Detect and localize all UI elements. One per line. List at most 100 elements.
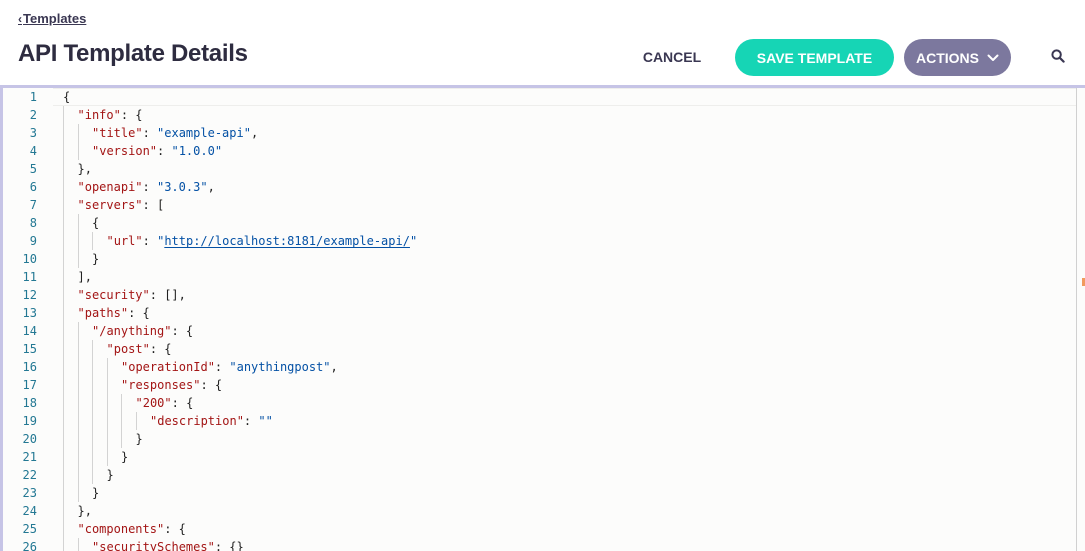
chevron-left-icon: ‹ [18, 11, 22, 26]
json-key: "version" [92, 144, 158, 158]
indent-guide [92, 430, 93, 448]
json-punctuation: , [207, 180, 215, 194]
json-punctuation: : { [149, 342, 172, 356]
indent-guide [77, 250, 79, 268]
indent-guide [63, 196, 64, 214]
line-number: 1 [29, 90, 37, 104]
line-number: 22 [22, 468, 37, 482]
line-number: 12 [22, 288, 37, 302]
line-code: } [92, 484, 99, 502]
page-title: API Template Details [18, 40, 248, 67]
line-code: "servers": [ [78, 196, 165, 214]
page-header: ‹ Templates API Template Details CANCEL … [0, 0, 1085, 86]
json-punctuation: } [92, 486, 100, 500]
line-number: 21 [22, 450, 37, 464]
code-line: 3 "title": "example-api", [0, 124, 1076, 142]
indent-guide [63, 160, 64, 178]
json-punctuation: : [243, 414, 259, 428]
line-number: 10 [22, 252, 37, 266]
indent-guide [63, 214, 64, 232]
json-key: "/anything" [92, 324, 172, 338]
code-line: 25 "components": { [0, 520, 1076, 538]
indent-guide [106, 412, 108, 430]
chevron-down-icon [987, 54, 999, 61]
indent-guide [106, 376, 108, 394]
line-code: "components": { [78, 520, 186, 538]
line-code: "openapi": "3.0.3", [78, 178, 215, 196]
line-number: 20 [22, 432, 37, 446]
json-key: "securitySchemes" [92, 540, 215, 551]
json-string: "1.0.0" [171, 144, 223, 158]
search-icon [1051, 49, 1065, 63]
code-line: 1{ [0, 88, 1076, 106]
line-code: "securitySchemes": {} [92, 538, 244, 551]
indent-guide [77, 358, 79, 376]
json-punctuation: : {} [214, 540, 244, 551]
indent-guide [63, 502, 64, 520]
json-punctuation: , [250, 126, 259, 140]
code-line: 5}, [0, 160, 1076, 178]
json-punctuation: : [ [142, 198, 165, 212]
json-punctuation: : { [164, 522, 186, 536]
line-number: 6 [29, 180, 37, 194]
json-key: "200" [135, 396, 172, 410]
line-code: "responses": { [121, 376, 222, 394]
indent-guide [63, 142, 64, 160]
json-punctuation: : { [171, 324, 194, 338]
json-string: "example-api" [157, 126, 251, 140]
indent-guide [92, 394, 93, 412]
code-line: 12 "security": [], [0, 286, 1076, 304]
line-code: ], [78, 268, 92, 286]
indent-guide [63, 466, 64, 484]
actions-label: ACTIONS [916, 49, 979, 66]
indent-guide [92, 232, 93, 250]
indent-guide [63, 268, 64, 286]
code-line: 20} [0, 430, 1076, 448]
code-line: 11], [0, 268, 1076, 286]
line-code: "operationId": "anythingpost", [121, 358, 338, 376]
actions-dropdown-button[interactable]: ACTIONS [904, 39, 1011, 76]
line-code: } [107, 466, 114, 484]
line-number: 7 [29, 198, 37, 212]
line-number: 11 [22, 270, 37, 284]
code-line: 24}, [0, 502, 1076, 520]
json-key: "post" [106, 342, 150, 356]
line-number: 23 [22, 486, 37, 500]
line-code: { [63, 88, 70, 106]
back-to-templates-link[interactable]: ‹ Templates [18, 11, 86, 26]
indent-guide [63, 106, 64, 124]
line-code: } [121, 448, 128, 466]
indent-guide [77, 142, 79, 160]
line-number: 15 [22, 342, 37, 356]
json-url-link[interactable]: http://localhost:8181/example-api/ [164, 234, 410, 248]
indent-guide [106, 394, 108, 412]
back-link-label: Templates [23, 11, 87, 26]
code-line: 21} [0, 448, 1076, 466]
indent-guide [106, 358, 108, 376]
code-line: 14 "/anything": { [0, 322, 1076, 340]
code-line: 16 "operationId": "anythingpost", [0, 358, 1076, 376]
indent-guide [63, 394, 64, 412]
code-line: 8{ [0, 214, 1076, 232]
indent-guide [63, 484, 64, 502]
vertical-scrollbar[interactable] [1076, 88, 1077, 551]
json-key: "servers" [77, 198, 143, 212]
line-number: 25 [22, 522, 37, 536]
search-button[interactable] [1051, 49, 1067, 65]
indent-guide [121, 412, 122, 430]
line-number: 16 [22, 360, 37, 374]
indent-guide [77, 538, 79, 551]
json-punctuation: : { [171, 396, 194, 410]
json-punctuation: : { [200, 378, 223, 392]
indent-guide [63, 250, 64, 268]
indent-guide [77, 484, 79, 502]
cancel-button[interactable]: CANCEL [636, 39, 708, 75]
indent-guide [106, 448, 108, 466]
json-punctuation: ], [77, 270, 92, 284]
indent-guide [63, 322, 64, 340]
json-code-editor[interactable]: 1{2 "info": {3 "title": "example-api", 4 "ve… [0, 88, 1085, 551]
json-string: "3.0.3" [156, 180, 208, 194]
code-line: 15 "post": { [0, 340, 1076, 358]
line-code: } [136, 430, 143, 448]
save-template-button[interactable]: SAVE TEMPLATE [735, 39, 894, 76]
